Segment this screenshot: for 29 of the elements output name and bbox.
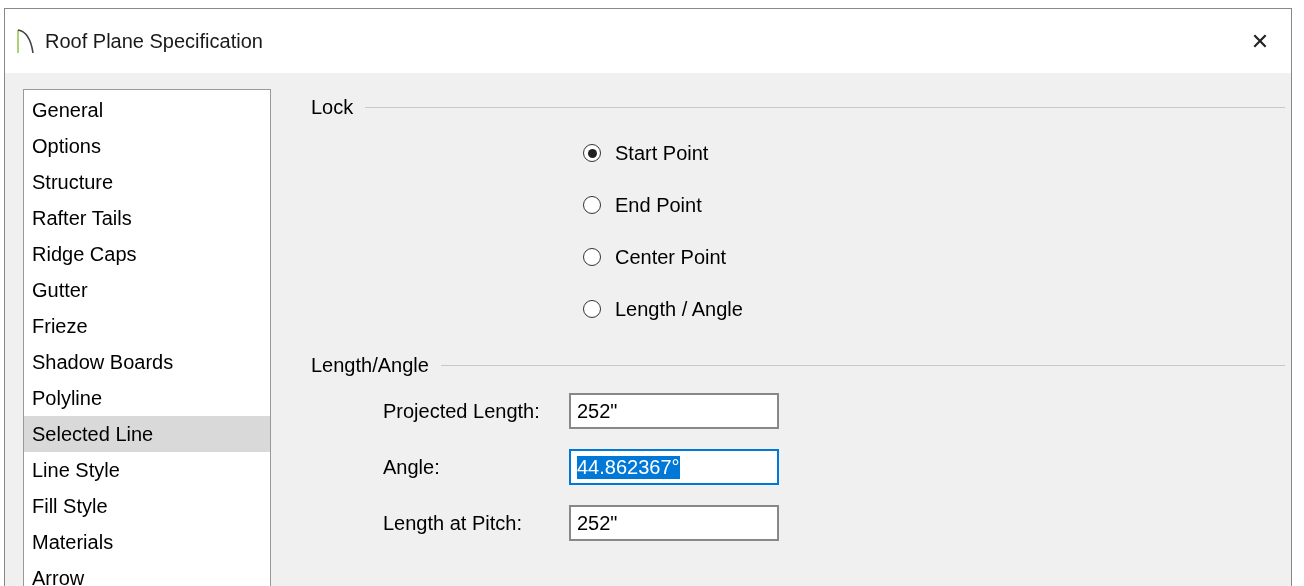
radio-option[interactable]: Center Point xyxy=(583,239,727,275)
field-label: Length at Pitch: xyxy=(383,511,523,535)
sidebar-item[interactable]: Arrow xyxy=(24,560,270,586)
sidebar-item[interactable]: Ridge Caps xyxy=(24,236,270,272)
sidebar-item[interactable]: Shadow Boards xyxy=(24,344,270,380)
sidebar-item[interactable]: General xyxy=(24,92,270,128)
input-field[interactable]: 252" xyxy=(569,505,779,541)
sidebar-item[interactable]: Options xyxy=(24,128,270,164)
sidebar-item[interactable]: Structure xyxy=(24,164,270,200)
radio-option[interactable]: Start Point xyxy=(583,135,709,171)
field-label: Projected Length: xyxy=(383,399,541,423)
sidebar-item[interactable]: Materials xyxy=(24,524,270,560)
group-title: Length/Angle xyxy=(311,353,430,377)
window-title: Roof Plane Specification xyxy=(45,29,264,53)
sidebar-item[interactable]: Polyline xyxy=(24,380,270,416)
close-button[interactable]: ✕ xyxy=(1235,21,1285,61)
radio-option[interactable]: End Point xyxy=(583,187,702,223)
sidebar-item[interactable]: Fill Style xyxy=(24,488,270,524)
input-field[interactable]: 44.862367° xyxy=(569,449,779,485)
roof-arc-icon xyxy=(17,28,35,54)
sidebar-item[interactable]: Gutter xyxy=(24,272,270,308)
input-field[interactable]: 252" xyxy=(569,393,779,429)
field-label: Angle: xyxy=(383,455,441,479)
group-title: Lock xyxy=(311,95,355,119)
radio-option[interactable]: Length / Angle xyxy=(583,291,743,327)
sidebar-item[interactable]: Line Style xyxy=(24,452,270,488)
sidebar-item[interactable]: Frieze xyxy=(24,308,270,344)
sidebar-item[interactable]: Rafter Tails xyxy=(24,200,270,236)
sidebar-item[interactable]: Selected Line xyxy=(24,416,270,452)
